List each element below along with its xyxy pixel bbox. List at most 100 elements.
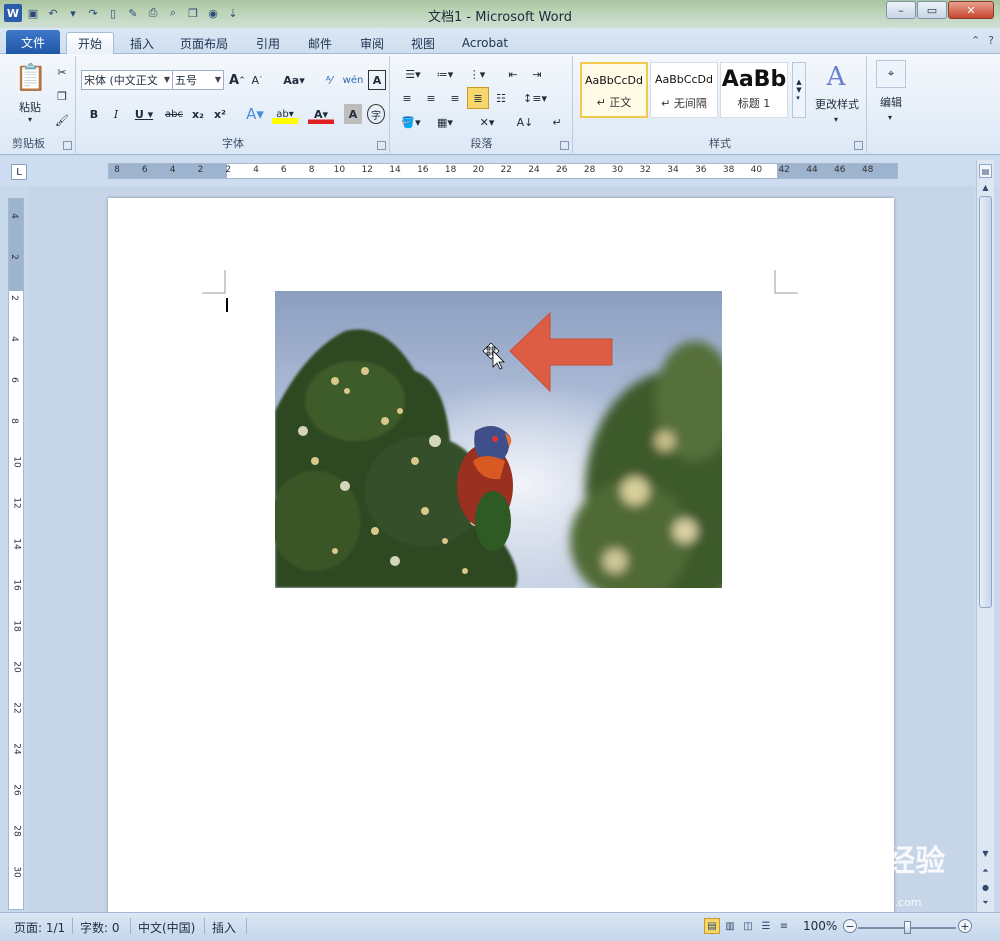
zoom-in-icon[interactable]: +: [958, 919, 972, 933]
shrink-font-icon[interactable]: Aˇ: [248, 70, 266, 90]
next-page-icon[interactable]: ⏷: [979, 896, 992, 910]
tab-view[interactable]: 视图: [405, 32, 441, 54]
web-layout-icon[interactable]: ◫: [740, 918, 756, 934]
help-icon[interactable]: ?: [988, 34, 994, 47]
vertical-scrollbar[interactable]: ▤ ▲ ▼ ⏶ ● ⏷: [976, 160, 994, 912]
insert-mode[interactable]: 插入: [212, 919, 236, 936]
zoom-level[interactable]: 100%: [803, 919, 837, 933]
tab-selector-icon[interactable]: L: [11, 164, 27, 180]
style-normal[interactable]: AaBbCcDd ↵ 正文: [580, 62, 648, 118]
shading-icon[interactable]: 🪣▾: [397, 112, 425, 132]
subscript-icon[interactable]: x₂: [189, 104, 207, 124]
scroll-down-icon[interactable]: ▼: [979, 846, 992, 860]
close-button[interactable]: ✕: [948, 1, 994, 19]
font-launcher-icon[interactable]: [377, 141, 386, 150]
tab-page-layout[interactable]: 页面布局: [174, 32, 234, 54]
decrease-indent-icon[interactable]: ⇤: [503, 64, 523, 84]
language-status[interactable]: 中文(中国): [138, 919, 195, 936]
style-no-spacing[interactable]: AaBbCcDd ↵ 无间隔: [650, 62, 718, 118]
font-color-icon[interactable]: A▾: [308, 104, 334, 124]
clipboard-launcher-icon[interactable]: [63, 141, 72, 150]
horizontal-ruler[interactable]: 8 6 4 2 2 4 6 8 10 12 14 16 18 20 22 24 26 28 30 32 34 36 38 40…: [108, 163, 898, 179]
strikethrough-icon[interactable]: abc: [163, 104, 185, 124]
change-styles-button[interactable]: 更改样式: [808, 96, 866, 112]
bullets-icon[interactable]: ☰▾: [399, 64, 427, 84]
change-styles-icon[interactable]: A: [820, 62, 852, 92]
paste-button[interactable]: 粘贴: [12, 100, 48, 114]
browse-object-icon[interactable]: ●: [979, 880, 992, 894]
font-size-combo[interactable]: 五号 ▼: [172, 70, 224, 90]
style-heading-1[interactable]: AaBb 标题 1: [720, 62, 788, 118]
change-case-icon[interactable]: Aa▾: [280, 70, 308, 90]
maximize-button[interactable]: ▭: [917, 1, 947, 19]
zoom-slider-knob[interactable]: [904, 921, 911, 934]
draft-view-icon[interactable]: ≡: [776, 918, 792, 934]
text-effects-icon[interactable]: A▾: [243, 104, 267, 124]
binoculars-icon[interactable]: ⌖: [876, 60, 906, 88]
distributed-icon[interactable]: ☷: [491, 88, 511, 108]
format-painter-icon[interactable]: 🖌: [54, 112, 70, 128]
ruler-view-icon[interactable]: ▤: [979, 164, 992, 178]
zoom-slider[interactable]: [858, 921, 956, 934]
sort-icon[interactable]: A↓: [515, 112, 535, 132]
align-center-icon[interactable]: ≡: [421, 88, 441, 108]
increase-indent-icon[interactable]: ⇥: [527, 64, 547, 84]
zoom-out-icon[interactable]: −: [843, 919, 857, 933]
line-spacing-icon[interactable]: ↕≡▾: [521, 88, 549, 108]
clear-format-icon[interactable]: ᴬ⁄: [319, 70, 339, 90]
styles-launcher-icon[interactable]: [854, 141, 863, 150]
collapse-ribbon-icon[interactable]: ⌃: [971, 34, 980, 47]
chinese-layout-icon[interactable]: ✕▾: [473, 112, 501, 132]
previous-page-icon[interactable]: ⏶: [979, 864, 992, 878]
scroll-up-icon[interactable]: ▲: [979, 180, 992, 194]
tab-file[interactable]: 文件: [6, 30, 60, 54]
italic-icon[interactable]: I: [107, 104, 125, 124]
phonetic-guide-icon[interactable]: wén: [343, 70, 364, 90]
bold-icon[interactable]: B: [85, 104, 103, 124]
tab-insert[interactable]: 插入: [124, 32, 160, 54]
paragraph-launcher-icon[interactable]: [560, 141, 569, 150]
word-count[interactable]: 字数: 0: [80, 919, 120, 936]
minimize-button[interactable]: –: [886, 1, 916, 19]
paste-icon[interactable]: 📋: [14, 60, 48, 96]
chevron-down-icon[interactable]: ▾: [830, 114, 842, 124]
character-shading-icon[interactable]: A: [344, 104, 362, 124]
print-layout-view-icon[interactable]: ▤: [704, 918, 720, 934]
outline-view-icon[interactable]: ☰: [758, 918, 774, 934]
align-left-icon[interactable]: ≡: [397, 88, 417, 108]
vertical-ruler[interactable]: 4 2 2 4 6 8 10 12 14 16 18 20 22 24 26 28 30: [8, 198, 24, 910]
tab-home[interactable]: 开始: [66, 32, 114, 54]
enclose-characters-icon[interactable]: 字: [367, 104, 385, 124]
character-border-icon[interactable]: A: [368, 70, 386, 90]
paste-dropdown-icon[interactable]: ▾: [24, 114, 36, 124]
inserted-picture[interactable]: [275, 291, 722, 588]
grow-font-icon[interactable]: A ^: [228, 70, 246, 90]
justify-icon[interactable]: ≣: [467, 87, 489, 109]
tab-acrobat[interactable]: Acrobat: [456, 32, 514, 54]
chevron-down-icon[interactable]: ▾: [884, 112, 896, 122]
copy-icon[interactable]: ❐: [54, 88, 70, 104]
multilevel-list-icon[interactable]: ⋮▾: [463, 64, 491, 84]
document-page[interactable]: [108, 198, 894, 912]
tab-review[interactable]: 审阅: [354, 32, 390, 54]
page-count[interactable]: 页面: 1/1: [14, 919, 65, 936]
superscript-icon[interactable]: x²: [211, 104, 229, 124]
ruler-number: 46: [834, 165, 846, 175]
underline-icon[interactable]: U ▾: [131, 104, 157, 124]
numbering-icon[interactable]: ≔▾: [431, 64, 459, 84]
highlight-icon[interactable]: ab▾: [272, 104, 298, 124]
tab-references[interactable]: 引用: [250, 32, 286, 54]
cut-icon[interactable]: ✂: [54, 64, 70, 80]
borders-icon[interactable]: ▦▾: [431, 112, 459, 132]
chevron-down-icon[interactable]: ▼: [215, 75, 221, 84]
font-name-combo[interactable]: 宋体 (中文正文 ▼: [81, 70, 173, 90]
scroll-thumb[interactable]: [979, 196, 992, 608]
align-right-icon[interactable]: ≡: [445, 88, 465, 108]
tab-mailings[interactable]: 邮件: [302, 32, 338, 54]
styles-scroll-icon[interactable]: ▲ ▼ ▾: [792, 62, 806, 118]
editing-button[interactable]: 编辑: [872, 94, 910, 110]
ruler-number: 22: [11, 702, 22, 714]
show-marks-icon[interactable]: ↵: [547, 112, 567, 132]
chevron-down-icon[interactable]: ▼: [164, 75, 170, 84]
full-screen-reading-icon[interactable]: ▥: [722, 918, 738, 934]
